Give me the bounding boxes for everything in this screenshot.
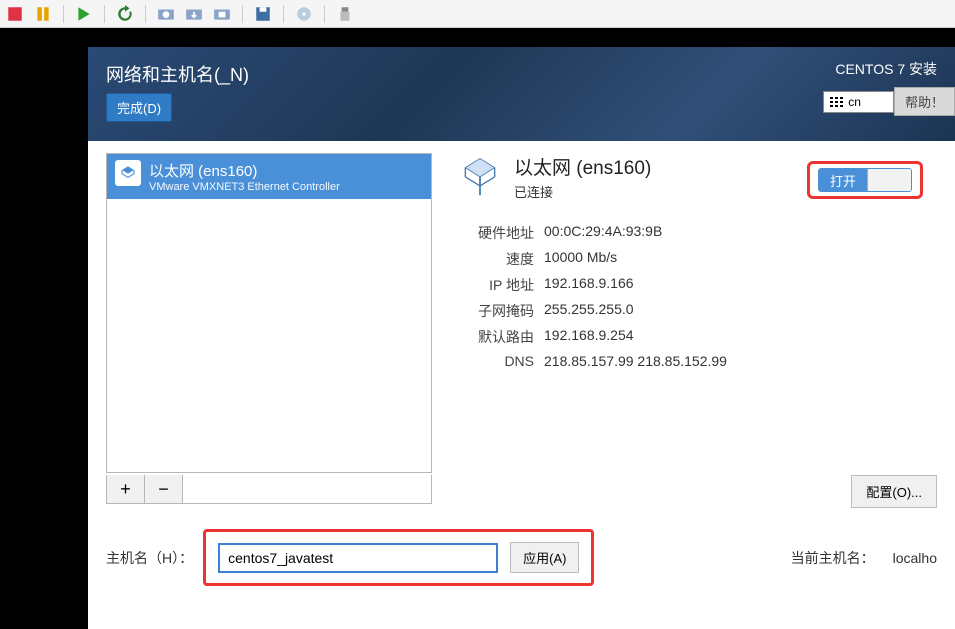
nic-panel: 以太网 (ens160) VMware VMXNET3 Ethernet Con… [106,153,432,504]
done-button[interactable]: 完成(D) [106,93,172,122]
help-button[interactable]: 帮助！ [894,87,955,116]
detail-title: 以太网 (ens160) [514,153,651,180]
vm-toolbar [0,0,955,28]
brand-label: CENTOS 7 安装 [823,59,937,79]
ethernet-large-icon [458,153,502,197]
row-ip: IP 地址192.168.9.166 [458,275,937,295]
hostname-highlight: 应用(A) [203,529,594,586]
refresh-icon[interactable] [116,5,134,23]
nic-list[interactable]: 以太网 (ens160) VMware VMXNET3 Ethernet Con… [106,153,432,473]
configure-button[interactable]: 配置(O)... [851,475,937,508]
current-hostname-label: 当前主机名： [791,548,875,568]
row-speed: 速度10000 Mb/s [458,249,937,269]
nic-item-ens160[interactable]: 以太网 (ens160) VMware VMXNET3 Ethernet Con… [107,154,431,199]
snapshot-save-icon[interactable] [185,5,203,23]
stop-icon[interactable] [6,5,24,23]
installer-header: 网络和主机名(_N) 完成(D) CENTOS 7 安装 cn 帮助！ [88,47,955,141]
keyboard-indicator[interactable]: cn [823,91,894,113]
cd-icon[interactable] [295,5,313,23]
hostname-row: 主机名（H）： 应用(A) 当前主机名： localho [106,529,937,586]
detail-status: 已连接 [514,182,651,201]
detail-rows: 硬件地址00:0C:29:4A:93:9B 速度10000 Mb/s IP 地址… [458,223,937,369]
row-dns: DNS218.85.157.99 218.85.152.99 [458,353,937,369]
apply-button[interactable]: 应用(A) [510,542,579,573]
hostname-input[interactable] [218,543,498,573]
usb-icon[interactable] [336,5,354,23]
toggle-highlight: 打开 [807,161,923,199]
row-mask: 子网掩码255.255.255.0 [458,301,937,321]
page-title: 网络和主机名(_N) [106,61,937,87]
row-mac: 硬件地址00:0C:29:4A:93:9B [458,223,937,243]
connection-toggle[interactable]: 打开 [818,168,912,192]
camera-icon[interactable] [157,5,175,23]
row-gw: 默认路由192.168.9.254 [458,327,937,347]
pause-icon[interactable] [34,5,52,23]
add-nic-button[interactable]: + [107,475,145,503]
toggle-on-label: 打开 [819,169,867,191]
nic-item-title: 以太网 (ens160) [149,160,340,181]
hostname-label: 主机名（H）： [106,548,193,568]
floppy-icon[interactable] [254,5,272,23]
installer-window: 网络和主机名(_N) 完成(D) CENTOS 7 安装 cn 帮助！ 以太网 … [88,47,955,629]
installer-body: 以太网 (ens160) VMware VMXNET3 Ethernet Con… [88,141,955,629]
toggle-knob [867,169,911,191]
keyboard-icon [830,97,844,107]
remove-nic-button[interactable]: − [145,475,183,503]
ethernet-icon [115,160,141,186]
snapshot-mgr-icon[interactable] [213,5,231,23]
nic-item-subtitle: VMware VMXNET3 Ethernet Controller [149,181,340,193]
nic-detail: 以太网 (ens160) 已连接 打开 硬件地址00:0C:29:4A:93:9… [458,153,937,375]
current-hostname-value: localho [893,550,937,566]
play-icon[interactable] [75,5,93,23]
